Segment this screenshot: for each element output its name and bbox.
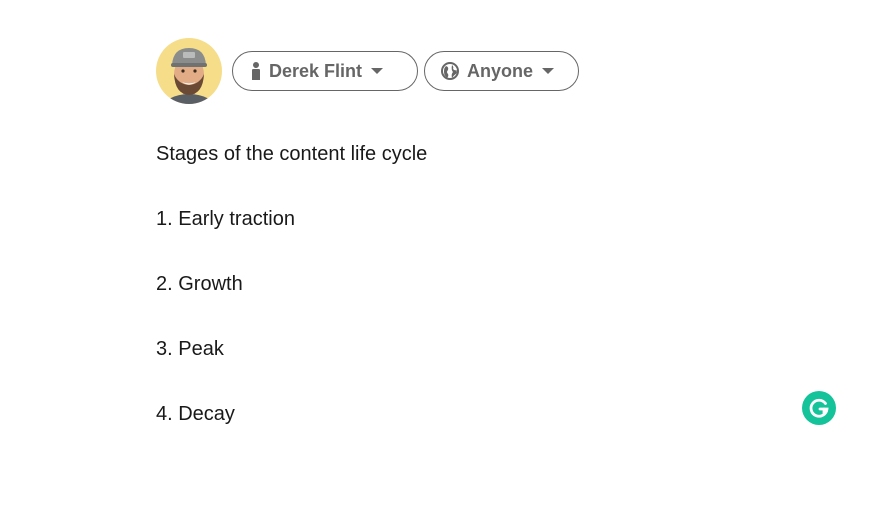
globe-icon xyxy=(441,62,459,80)
audience-selector-button[interactable]: Anyone xyxy=(424,51,579,91)
grammarly-g-icon[interactable] xyxy=(802,391,836,425)
person-icon xyxy=(251,61,261,81)
post-text-editor[interactable]: Stages of the content life cycle 1. Earl… xyxy=(156,140,776,465)
post-line-item-1: 1. Early traction xyxy=(156,208,295,230)
user-avatar[interactable] xyxy=(156,38,222,104)
caret-down-icon xyxy=(370,67,384,75)
author-name-label: Derek Flint xyxy=(269,60,363,81)
post-line-title: Stages of the content life cycle xyxy=(156,143,428,165)
caret-down-icon xyxy=(541,67,555,75)
post-line-item-4: 4. Decay xyxy=(156,403,235,425)
post-composer: Derek Flint Anyone Stages of the content… xyxy=(0,0,874,506)
composer-header: Derek Flint Anyone xyxy=(156,38,579,104)
author-selector-button[interactable]: Derek Flint xyxy=(232,51,418,91)
post-line-item-2: 2. Growth xyxy=(156,273,243,295)
audience-label: Anyone xyxy=(467,60,534,81)
post-line-item-3: 3. Peak xyxy=(156,338,224,360)
